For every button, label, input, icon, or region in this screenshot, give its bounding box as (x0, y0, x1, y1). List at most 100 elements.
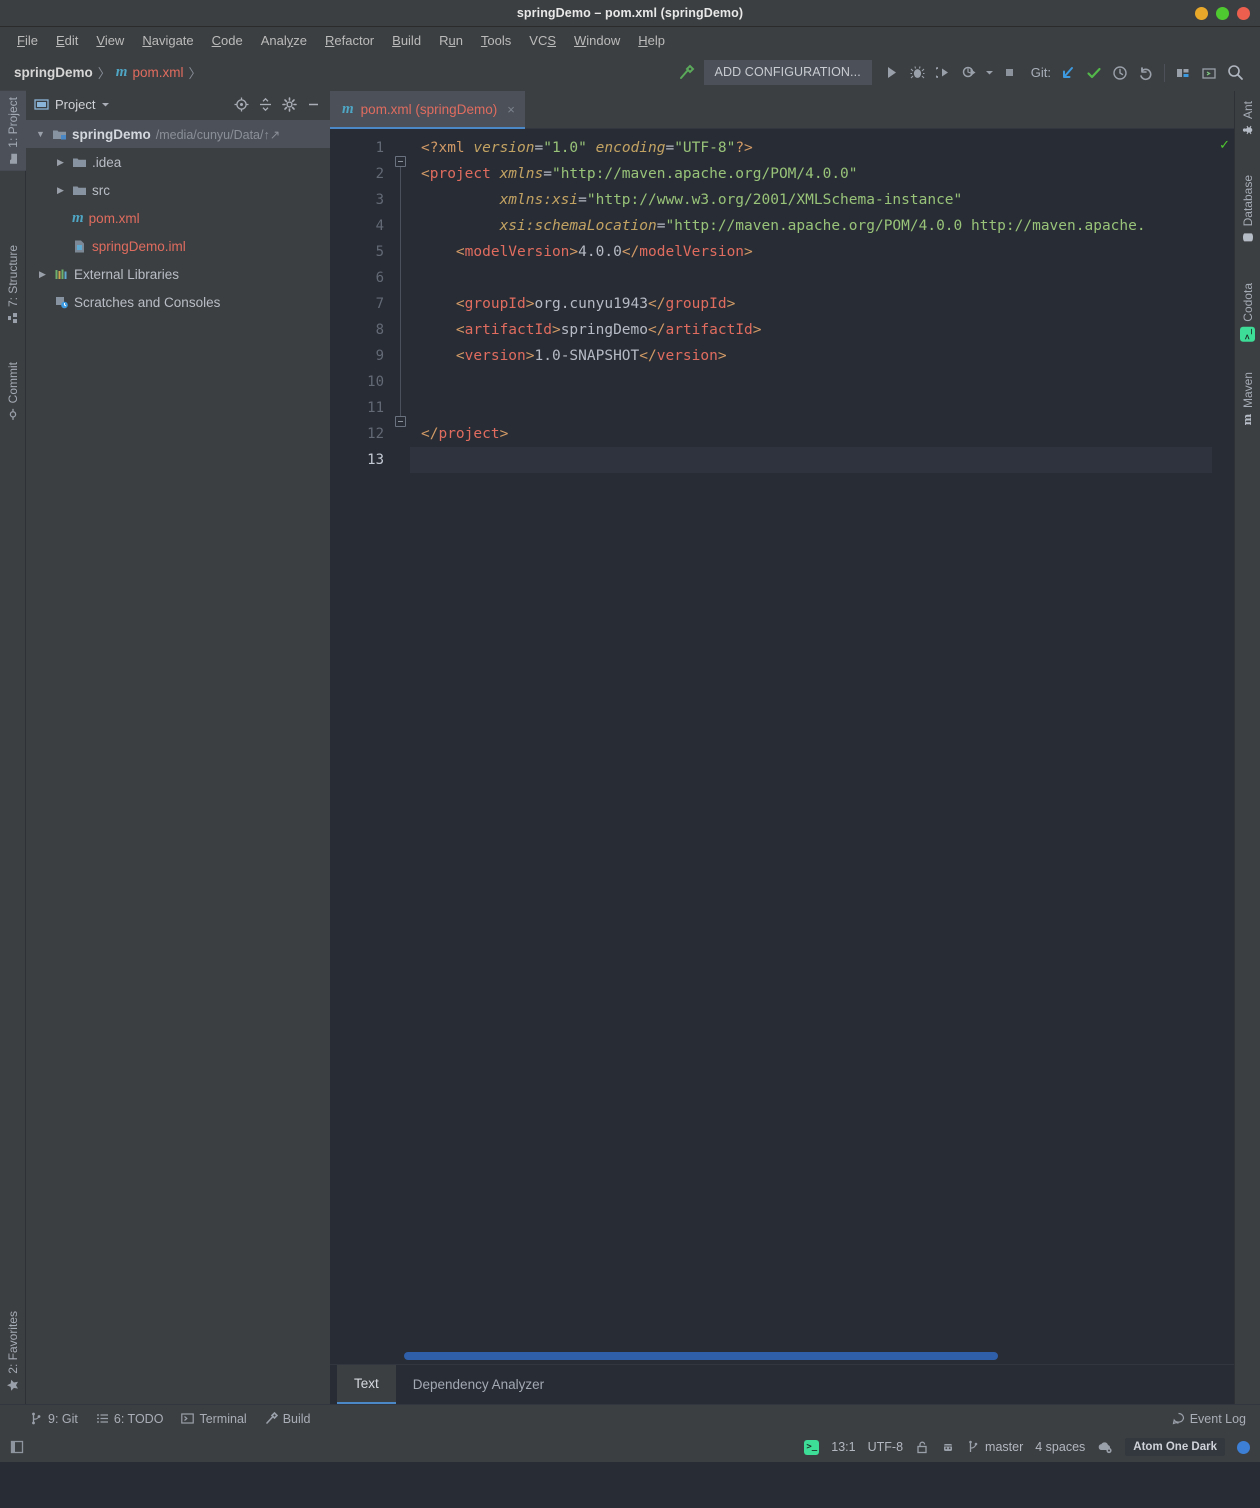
commit-icon[interactable] (1081, 60, 1107, 86)
theme-badge[interactable]: Atom One Dark (1125, 1438, 1225, 1456)
expand-arrow-icon[interactable]: ▶ (54, 157, 67, 168)
minimize-icon[interactable] (302, 93, 324, 115)
tool-window-terminal[interactable]: Terminal (181, 1412, 246, 1426)
menu-run[interactable]: Run (430, 30, 472, 51)
profiler-icon[interactable] (957, 60, 983, 86)
tool-window-todo[interactable]: 6: TODO (96, 1412, 164, 1426)
menu-window[interactable]: Window (565, 30, 629, 51)
expand-arrow-icon[interactable]: ▶ (54, 185, 67, 196)
inspector-icon[interactable] (941, 1440, 955, 1454)
file-encoding[interactable]: UTF-8 (868, 1440, 903, 1454)
stop-icon[interactable] (997, 60, 1023, 86)
layout-icon[interactable] (1170, 60, 1196, 86)
menu-build[interactable]: Build (383, 30, 430, 51)
collapse-all-icon[interactable] (254, 93, 276, 115)
terminal-icon (181, 1412, 194, 1425)
notification-dot[interactable] (1237, 1441, 1250, 1454)
sidebar-item-database[interactable]: Database (1235, 169, 1260, 249)
code-editor[interactable]: 12345678910111213 <?xml version="1.0" en… (330, 129, 1234, 1348)
menu-navigate[interactable]: Navigate (133, 30, 202, 51)
tree-node-springdemo[interactable]: ▼ springDemo /media/cunyu/Data/↑↗ (26, 120, 330, 148)
code-content[interactable]: <?xml version="1.0" encoding="UTF-8"?><p… (410, 129, 1212, 1348)
sidebar-item-structure[interactable]: 7: Structure (0, 239, 26, 330)
menu-tools[interactable]: Tools (472, 30, 520, 51)
menu-view[interactable]: View (87, 30, 133, 51)
code-line[interactable]: xmlns:xsi="http://www.w3.org/2001/XMLSch… (410, 187, 1212, 213)
code-line[interactable]: </project> (410, 421, 1212, 447)
menu-file[interactable]: File (8, 30, 47, 51)
menu-edit[interactable]: Edit (47, 30, 87, 51)
breadcrumb-project[interactable]: springDemo (14, 65, 93, 80)
tree-node-iml[interactable]: springDemo.iml (26, 232, 330, 260)
locate-icon[interactable] (230, 93, 252, 115)
git-branch-widget[interactable]: master (967, 1440, 1023, 1454)
update-project-icon[interactable] (1055, 60, 1081, 86)
tool-window-git[interactable]: 9: Git (30, 1412, 78, 1426)
chevron-down-icon[interactable] (983, 60, 997, 86)
cloud-settings-icon[interactable] (1097, 1440, 1113, 1454)
toolbar-divider (1164, 64, 1165, 82)
sidebar-item-project[interactable]: 1: Project (0, 91, 26, 171)
hammer-icon[interactable] (674, 60, 700, 86)
menu-vcs[interactable]: VCS (520, 30, 565, 51)
tree-node-src[interactable]: ▶ src (26, 176, 330, 204)
code-line[interactable] (410, 369, 1212, 395)
debug-icon[interactable] (905, 60, 931, 86)
indent-widget[interactable]: 4 spaces (1035, 1440, 1085, 1454)
code-line[interactable]: <artifactId>springDemo</artifactId> (410, 317, 1212, 343)
tree-node-idea[interactable]: ▶ .idea (26, 148, 330, 176)
run-with-coverage-icon[interactable] (931, 60, 957, 86)
tab-text[interactable]: Text (337, 1365, 396, 1404)
tab-dependency-analyzer[interactable]: Dependency Analyzer (396, 1365, 561, 1404)
maximize-button[interactable] (1216, 7, 1229, 20)
rollback-icon[interactable] (1133, 60, 1159, 86)
run-icon[interactable] (879, 60, 905, 86)
code-line[interactable]: <modelVersion>4.0.0</modelVersion> (410, 239, 1212, 265)
chevron-down-icon[interactable] (101, 100, 110, 109)
terminal-icon[interactable] (1196, 60, 1222, 86)
event-log-button[interactable]: Event Log (1172, 1412, 1246, 1426)
minimize-button[interactable] (1195, 7, 1208, 20)
code-line[interactable] (410, 447, 1212, 473)
code-line[interactable]: <?xml version="1.0" encoding="UTF-8"?> (410, 135, 1212, 161)
code-line[interactable]: xsi:schemaLocation="http://maven.apache.… (410, 213, 1212, 239)
code-line[interactable]: <version>1.0-SNAPSHOT</version> (410, 343, 1212, 369)
expand-arrow-icon[interactable]: ▶ (36, 269, 49, 280)
menu-analyze[interactable]: Analyze (252, 30, 316, 51)
breadcrumb-file[interactable]: pom.xml (132, 65, 183, 80)
expand-arrow-icon[interactable]: ▼ (34, 129, 47, 139)
search-icon[interactable] (1222, 60, 1248, 86)
menu-refactor[interactable]: Refactor (316, 30, 383, 51)
add-configuration-button[interactable]: ADD CONFIGURATION... (704, 60, 872, 85)
code-token: < (456, 348, 465, 364)
fold-marker-line2[interactable] (395, 156, 406, 167)
history-icon[interactable] (1107, 60, 1133, 86)
tree-node-scratches[interactable]: Scratches and Consoles (26, 288, 330, 316)
code-line[interactable] (410, 265, 1212, 291)
tool-window-build[interactable]: Build (265, 1412, 311, 1426)
sidebar-item-ant[interactable]: Ant (1235, 95, 1260, 142)
code-line[interactable] (410, 395, 1212, 421)
close-icon[interactable]: × (507, 102, 515, 117)
menu-code[interactable]: Code (203, 30, 252, 51)
gear-icon[interactable] (278, 93, 300, 115)
menu-help[interactable]: Help (629, 30, 674, 51)
close-button[interactable] (1237, 7, 1250, 20)
sidebar-item-commit[interactable]: Commit (0, 356, 26, 426)
sidebar-item-maven[interactable]: m Maven (1235, 366, 1260, 432)
sidebar-item-favorites[interactable]: 2: Favorites (0, 1305, 26, 1398)
code-line[interactable]: <groupId>org.cunyu1943</groupId> (410, 291, 1212, 317)
toggle-tool-windows-icon[interactable] (10, 1440, 24, 1454)
editor-tab-pomxml[interactable]: m pom.xml (springDemo) × (330, 91, 525, 129)
codota-status-icon[interactable]: >_ (804, 1440, 819, 1455)
sidebar-item-codota[interactable]: >_ Codota (1235, 277, 1260, 348)
tree-node-pomxml[interactable]: m pom.xml (26, 204, 330, 232)
fold-marker-line12[interactable] (395, 416, 406, 427)
caret-position[interactable]: 13:1 (831, 1440, 855, 1454)
tree-node-external-libraries[interactable]: ▶ External Libraries (26, 260, 330, 288)
tool-window-todo-label: 6: TODO (114, 1412, 164, 1426)
horizontal-scrollbar[interactable] (404, 1352, 998, 1360)
unlocked-icon[interactable] (915, 1440, 929, 1454)
code-line[interactable]: <project xmlns="http://maven.apache.org/… (410, 161, 1212, 187)
code-folding-gutter[interactable] (392, 129, 410, 1348)
